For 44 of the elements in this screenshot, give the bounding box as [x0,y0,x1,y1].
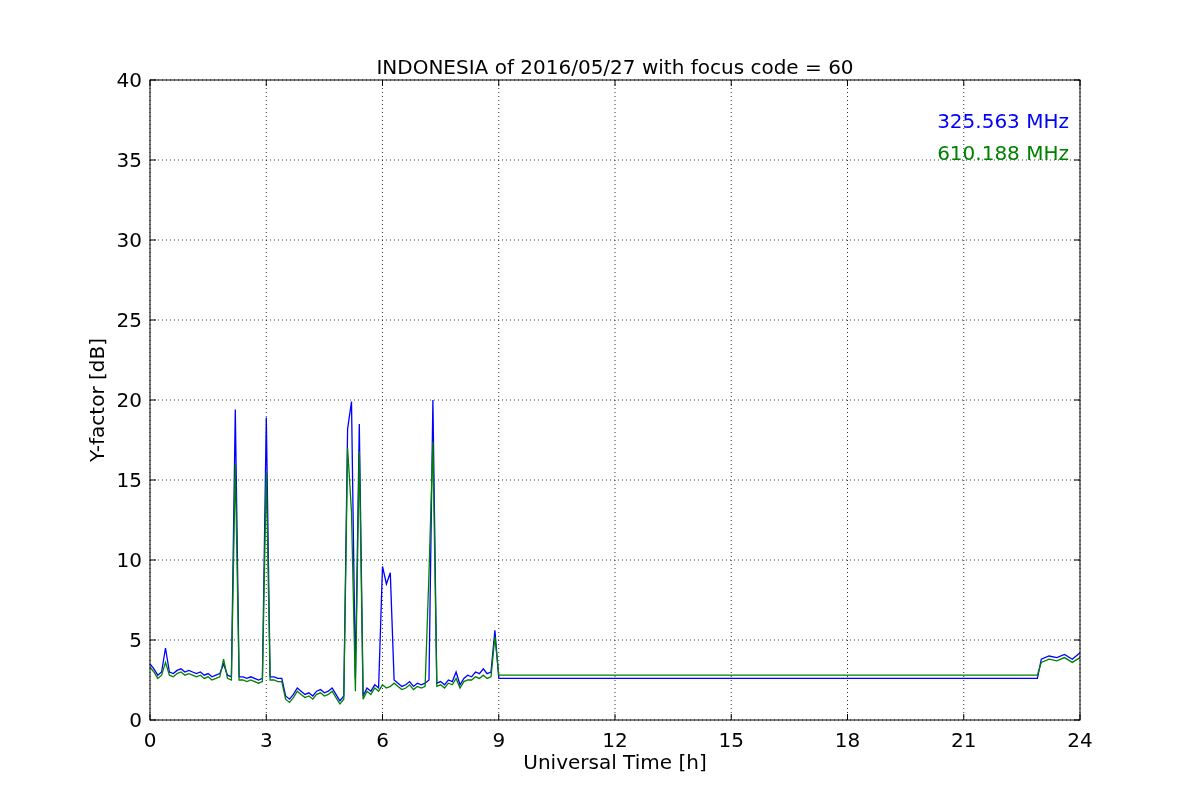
tick-mark [963,79,965,87]
y-tick-label: 15 [116,468,142,492]
tick-mark [498,79,500,87]
tick-mark [382,79,383,87]
x-tick-label: 24 [1067,728,1093,752]
tick-mark [149,239,157,241]
tick-mark [1073,319,1081,321]
tick-mark [149,319,157,321]
x-tick-label: 21 [951,728,977,752]
x-tick-label: 18 [834,728,861,752]
x-tick-label: 9 [492,728,506,752]
tick-mark [149,479,157,481]
tick-mark [1073,399,1081,401]
legend-label: 325.563 MHz [937,109,1069,133]
y-tick-label: 40 [116,68,142,92]
tick-mark [1073,559,1081,561]
tick-mark [1073,479,1081,481]
x-tick-label: 12 [602,728,628,752]
tick-mark [847,79,848,87]
x-tick-label: 3 [259,728,273,752]
tick-mark [1073,639,1081,641]
tick-mark [614,79,616,87]
y-tick-label: 10 [116,548,142,572]
tick-mark [1073,159,1081,161]
x-tick-label: 0 [143,728,157,752]
y-tick-label: 5 [129,628,142,652]
y-tick-label: 25 [116,308,142,332]
x-tick-label: 15 [718,728,744,752]
x-tick-label: 6 [376,728,389,752]
x-axis-label: Universal Time [h] [523,750,707,774]
tick-mark [149,159,157,161]
y-tick-label: 20 [116,388,142,412]
tick-mark [149,639,157,641]
y-axis-label: Y-factor [dB] [85,338,109,462]
y-tick-label: 35 [116,148,142,172]
legend-label: 610.188 MHz [937,141,1069,165]
tick-mark [1073,239,1081,241]
tick-mark [149,559,157,561]
y-tick-label: 0 [129,708,142,732]
tick-mark [149,399,157,401]
y-tick-label: 30 [116,228,142,252]
chart-title: INDONESIA of 2016/05/27 with focus code = 60 [376,55,854,79]
tick-mark [730,79,732,87]
tick-mark [265,79,267,87]
